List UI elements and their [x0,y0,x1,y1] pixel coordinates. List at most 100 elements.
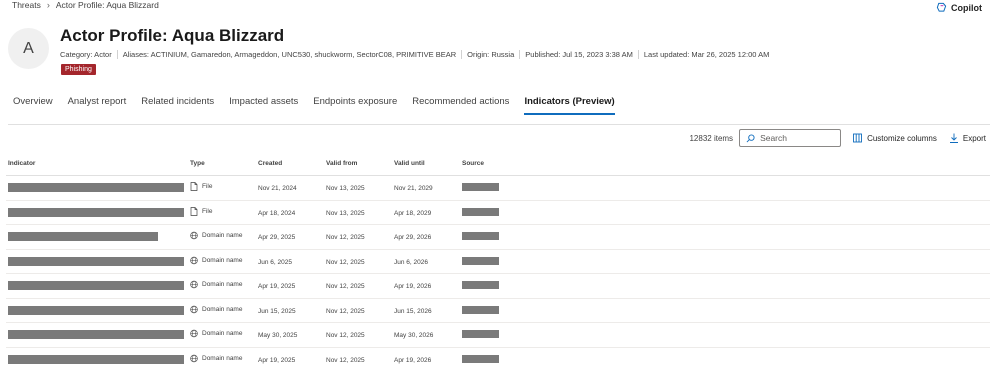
redacted-source [462,330,499,338]
breadcrumb-threats-link[interactable]: Threats [12,0,41,10]
column-header-valid-from[interactable]: Valid from [326,160,357,167]
table-row[interactable]: Domain name May 30, 2025 Nov 12, 2025 May 3… [6,323,990,348]
type-label: Domain name [202,232,243,239]
type-label: Domain name [202,305,243,313]
indicators-table: Indicator Type Created Valid from Valid … [6,152,990,368]
customize-columns-label: Customize columns [867,133,937,143]
avatar: A [8,28,49,69]
table-row[interactable]: Domain name Jun 6, 2025 Nov 12, 2025 Jun 6,… [6,250,990,274]
column-header-valid-until[interactable]: Valid until [394,160,425,167]
valid-from-cell: Nov 12, 2025 [326,258,365,266]
redacted-source [462,232,499,240]
globe-icon [190,329,198,338]
meta-origin: Origin: Russia [461,50,519,59]
tab-bar: Overview Analyst report Related incident… [13,96,630,115]
valid-from-cell: Nov 13, 2025 [326,185,365,192]
created-cell: Nov 21, 2024 [258,185,297,192]
valid-until-cell: Nov 21, 2029 [394,185,433,192]
type-cell: Domain name [190,354,242,363]
meta-category: Category: Actor [60,50,112,59]
redacted-source [462,256,499,265]
type-cell: Domain name [190,329,242,338]
file-icon [190,182,198,191]
table-row[interactable]: File Nov 21, 2024 Nov 13, 2025 Nov 21, 2029 [6,176,990,201]
type-cell: File [190,182,212,191]
valid-from-cell: Nov 12, 2025 [326,307,365,315]
redacted-source [462,183,499,191]
type-cell: Domain name [190,231,242,240]
tab-overview[interactable]: Overview [13,96,53,115]
type-label: File [202,207,213,215]
tab-indicators[interactable]: Indicators (Preview) [524,96,615,115]
meta-published: Published: Jul 15, 2023 3:38 AM [519,50,638,59]
redacted-indicator [8,256,184,266]
type-cell: File [190,206,213,216]
redacted-source [462,305,499,314]
tab-recommended-actions[interactable]: Recommended actions [412,96,509,115]
profile-metadata: Category: Actor Aliases: ACTINIUM, Gamar… [60,50,774,59]
redacted-indicator [8,281,184,290]
redacted-indicator [8,305,184,315]
valid-from-cell: Nov 13, 2025 [326,209,365,217]
created-cell: Apr 19, 2025 [258,283,296,290]
download-icon [949,133,958,143]
globe-icon [190,354,198,362]
copilot-icon [936,2,947,12]
table-row[interactable]: Domain name Apr 19, 2025 Nov 12, 2025 Apr 1… [6,274,990,299]
table-row[interactable]: Domain name Apr 19, 2025 Nov 12, 2025 Apr 1… [6,348,990,368]
valid-until-cell: May 30, 2026 [394,332,434,339]
copilot-label: Copilot [951,2,982,13]
file-icon [190,206,198,216]
globe-icon [190,256,198,264]
tab-analyst-report[interactable]: Analyst report [68,96,127,115]
valid-until-cell: Jun 15, 2026 [394,307,432,315]
tab-endpoints-exposure[interactable]: Endpoints exposure [313,96,397,115]
redacted-indicator [8,183,184,192]
created-cell: Apr 19, 2025 [258,356,296,364]
valid-until-cell: Apr 19, 2026 [394,356,432,364]
valid-until-cell: Apr 18, 2029 [394,209,432,217]
customize-columns-button[interactable]: Customize columns [853,133,937,143]
type-label: File [202,183,213,190]
valid-until-cell: Apr 19, 2026 [394,283,432,290]
created-cell: May 30, 2025 [258,332,298,339]
created-cell: Jun 6, 2025 [258,258,292,266]
valid-from-cell: Nov 12, 2025 [326,332,365,339]
table-row[interactable]: Domain name Apr 29, 2025 Nov 12, 2025 Apr 2… [6,225,990,250]
columns-icon [853,133,863,143]
chevron-right-icon: › [46,0,50,10]
redacted-indicator [8,232,158,241]
type-label: Domain name [202,256,243,264]
column-header-type[interactable]: Type [190,160,205,167]
breadcrumb: Threats › Actor Profile: Aqua Blizzard [12,0,159,10]
tab-impacted-assets[interactable]: Impacted assets [229,96,298,115]
type-cell: Domain name [190,305,242,314]
copilot-button[interactable]: Copilot [936,2,982,13]
meta-last-updated: Last updated: Mar 26, 2025 12:00 AM [637,50,775,59]
redacted-indicator [8,330,184,339]
column-header-source[interactable]: Source [462,160,484,167]
table-toolbar: 12832 items Search Customize columns Exp… [689,129,986,147]
type-cell: Domain name [190,256,242,265]
redacted-indicator [8,207,184,217]
valid-from-cell: Nov 12, 2025 [326,356,365,364]
globe-icon [190,231,198,240]
meta-aliases: Aliases: ACTINIUM, Gamaredon, Armageddon… [116,50,461,59]
type-label: Domain name [202,354,243,362]
search-input[interactable]: Search [739,129,842,147]
column-header-created[interactable]: Created [258,160,282,167]
table-body: File Nov 21, 2024 Nov 13, 2025 Nov 21, 2029… [6,176,990,368]
export-label: Export [962,133,986,143]
export-button[interactable]: Export [949,133,986,143]
tab-related-incidents[interactable]: Related incidents [141,96,214,115]
table-row[interactable]: Domain name Jun 15, 2025 Nov 12, 2025 Jun 1… [6,299,990,323]
created-cell: Apr 18, 2024 [258,209,296,217]
globe-icon [190,305,198,313]
column-header-indicator[interactable]: Indicator [8,160,35,167]
item-count: 12832 items [689,133,734,143]
valid-until-cell: Apr 29, 2026 [394,234,432,241]
table-row[interactable]: File Apr 18, 2024 Nov 13, 2025 Apr 18, 2029 [6,201,990,225]
page-title: Actor Profile: Aqua Blizzard [60,26,285,45]
tab-divider [8,124,990,125]
table-header: Indicator Type Created Valid from Valid … [6,152,990,176]
